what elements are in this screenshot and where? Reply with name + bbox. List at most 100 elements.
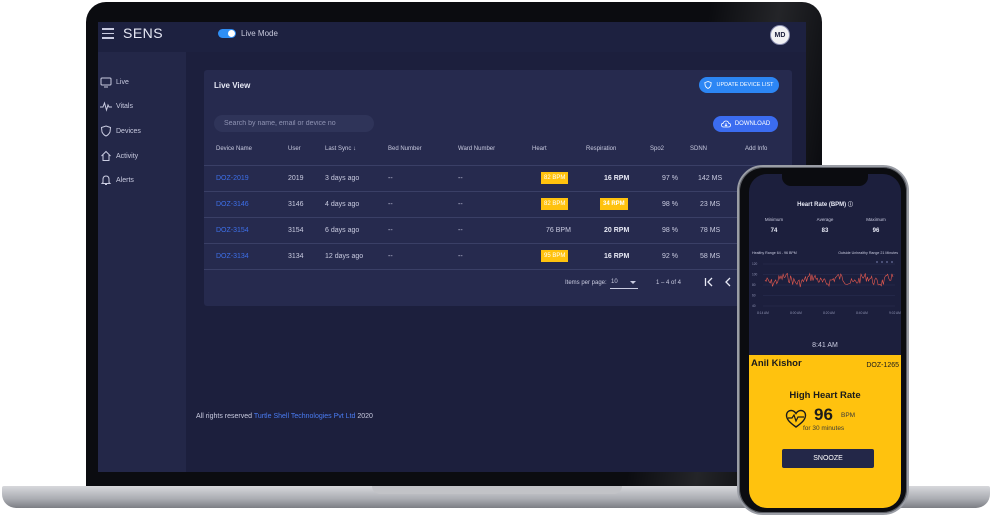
snooze-button[interactable]: SNOOZE [782, 449, 874, 468]
sidebar-item-devices[interactable]: Devices [98, 124, 141, 138]
sdnn-cell: 23 MS [700, 201, 721, 208]
app-brand: SENS [123, 25, 164, 41]
patient-name: Anil Kishor [751, 358, 802, 369]
hamburger-menu-icon[interactable] [102, 28, 114, 39]
column-header-device-name[interactable]: Device Name [216, 146, 252, 152]
shield-icon [704, 81, 713, 89]
dashboard-screen: SENS Live Mode MD Live Vitals Devices Ac… [98, 22, 806, 472]
column-header-label: Last Sync [325, 146, 352, 152]
heart-rate-chart: 120 100 80 60 40 8:14 AM 8:00 AM 8:20 AM 8:40 A… [752, 261, 901, 315]
chart-tool-icon[interactable] [886, 261, 888, 263]
live-mode-toggle[interactable] [218, 29, 236, 38]
top-bar: SENS Live Mode MD [98, 22, 806, 52]
items-per-page-value: 10 [611, 279, 618, 285]
header-divider [204, 165, 792, 166]
last-sync-cell: 4 days ago [325, 201, 360, 208]
column-header-user[interactable]: User [288, 146, 301, 152]
sidebar-item-label: Devices [116, 127, 141, 135]
monitor-icon [100, 77, 112, 88]
search-input[interactable] [214, 115, 374, 132]
device-name-link[interactable]: DOZ-3154 [216, 227, 249, 234]
heart-rate-title: Heart Rate (BPM) ⓘ [749, 201, 901, 208]
device-name-link[interactable]: DOZ-3134 [216, 253, 249, 260]
footer-year: 2020 [357, 413, 373, 420]
column-header-add-info[interactable]: Add Info [745, 146, 767, 152]
sidebar-item-live[interactable]: Live [98, 75, 129, 89]
chart-tool-icon[interactable] [876, 261, 878, 263]
heart-rate-stats: Minimum 74 Average 83 Maximum 96 [749, 217, 901, 243]
spo2-cell: 98 % [662, 227, 678, 234]
pulse-icon [100, 101, 112, 112]
shield-icon [100, 125, 112, 137]
home-icon [101, 150, 111, 161]
spo2-cell: 97 % [662, 175, 678, 182]
sdnn-cell: 142 MS [698, 175, 723, 182]
items-per-page-label: Items per page: [565, 280, 607, 286]
laptop-notch [372, 486, 622, 494]
healthy-range-text: Healthy Range 64 - 96 BPM [752, 251, 797, 255]
row-divider [204, 243, 792, 244]
chart-tool-icon[interactable] [891, 261, 893, 263]
previous-page-icon[interactable] [722, 276, 734, 288]
respiration-cell: 16 RPM [604, 253, 630, 260]
footer-company-link[interactable]: Turtle Shell Technologies Pvt Ltd [254, 413, 356, 420]
sort-arrow-down-icon: ↓ [353, 146, 357, 152]
respiration-cell: 20 RPM [604, 227, 630, 234]
bed-number-cell: -- [388, 253, 393, 260]
last-sync-cell: 6 days ago [325, 227, 360, 234]
column-header-sdnn[interactable]: SDNN [690, 146, 707, 152]
sdnn-cell: 58 MS [700, 253, 721, 260]
update-device-list-button[interactable]: UPDATE DEVICE LIST [699, 77, 779, 93]
cloud-download-icon [720, 120, 731, 128]
stat-value: 74 [770, 228, 778, 234]
sidebar-item-label: Live [116, 78, 129, 86]
bell-icon [100, 175, 112, 185]
ward-number-cell: -- [458, 253, 463, 260]
stat-label: Minimum [764, 217, 784, 222]
outside-range-text: Outside Unhealthy Range 21 Minutes [838, 251, 898, 255]
column-header-heart[interactable]: Heart [532, 146, 547, 152]
x-tick-label: 8:40 AM [856, 311, 868, 315]
row-divider [204, 191, 792, 192]
user-avatar[interactable]: MD [770, 25, 790, 45]
column-header-respiration[interactable]: Respiration [586, 146, 616, 152]
column-header-last-sync[interactable]: Last Sync ↓ [325, 146, 356, 152]
heart-rate-title-text: Heart Rate (BPM) [797, 202, 847, 208]
items-per-page-select[interactable]: 10 [610, 277, 638, 289]
live-mode-label: Live Mode [241, 29, 278, 38]
sidebar-item-label: Alerts [116, 176, 134, 184]
heart-alert-badge: 95 BPM [541, 250, 569, 262]
mockup-stage: SENS Live Mode MD Live Vitals Devices Ac… [0, 0, 992, 517]
dropdown-arrow-icon [630, 281, 636, 284]
sidebar-item-vitals[interactable]: Vitals [98, 99, 133, 113]
x-tick-label: 9:02 AM [889, 311, 901, 315]
chart-tool-icon[interactable] [881, 261, 883, 263]
spo2-cell: 98 % [662, 201, 678, 208]
sidebar-item-label: Activity [116, 152, 139, 160]
sidebar-item-activity[interactable]: Activity [98, 149, 138, 163]
x-tick-label: 8:00 AM [790, 311, 802, 315]
y-tick-label: 80 [752, 283, 756, 287]
ward-number-cell: -- [458, 227, 463, 234]
alert-card: Anil Kishor DOZ-1265 High Heart Rate 96 … [749, 355, 901, 508]
column-header-spo2[interactable]: Spo2 [650, 146, 664, 152]
device-name-link[interactable]: DOZ-2019 [216, 175, 249, 182]
stat-minimum: Minimum 74 [749, 217, 799, 234]
sidebar-item-alerts[interactable]: Alerts [98, 173, 134, 187]
alert-value: 96 [814, 405, 833, 424]
download-button[interactable]: DOWNLOAD [713, 116, 778, 132]
first-page-icon[interactable] [703, 276, 715, 288]
column-header-bed-number[interactable]: Bed Number [388, 146, 422, 152]
column-header-ward-number[interactable]: Ward Number [458, 146, 495, 152]
user-cell: 3134 [288, 253, 304, 260]
heart-alert-badge: 82 BPM [541, 172, 569, 184]
heart-cell: 76 BPM [546, 227, 571, 234]
stat-value: 96 [872, 228, 880, 234]
footer: All rights reserved Turtle Shell Technol… [196, 413, 373, 420]
y-tick-label: 120 [752, 262, 758, 266]
alert-unit: BPM [841, 412, 856, 419]
y-tick-label: 60 [752, 294, 756, 298]
row-divider [204, 217, 792, 218]
device-name-link[interactable]: DOZ-3146 [216, 201, 249, 208]
update-button-label: UPDATE DEVICE LIST [716, 82, 774, 88]
